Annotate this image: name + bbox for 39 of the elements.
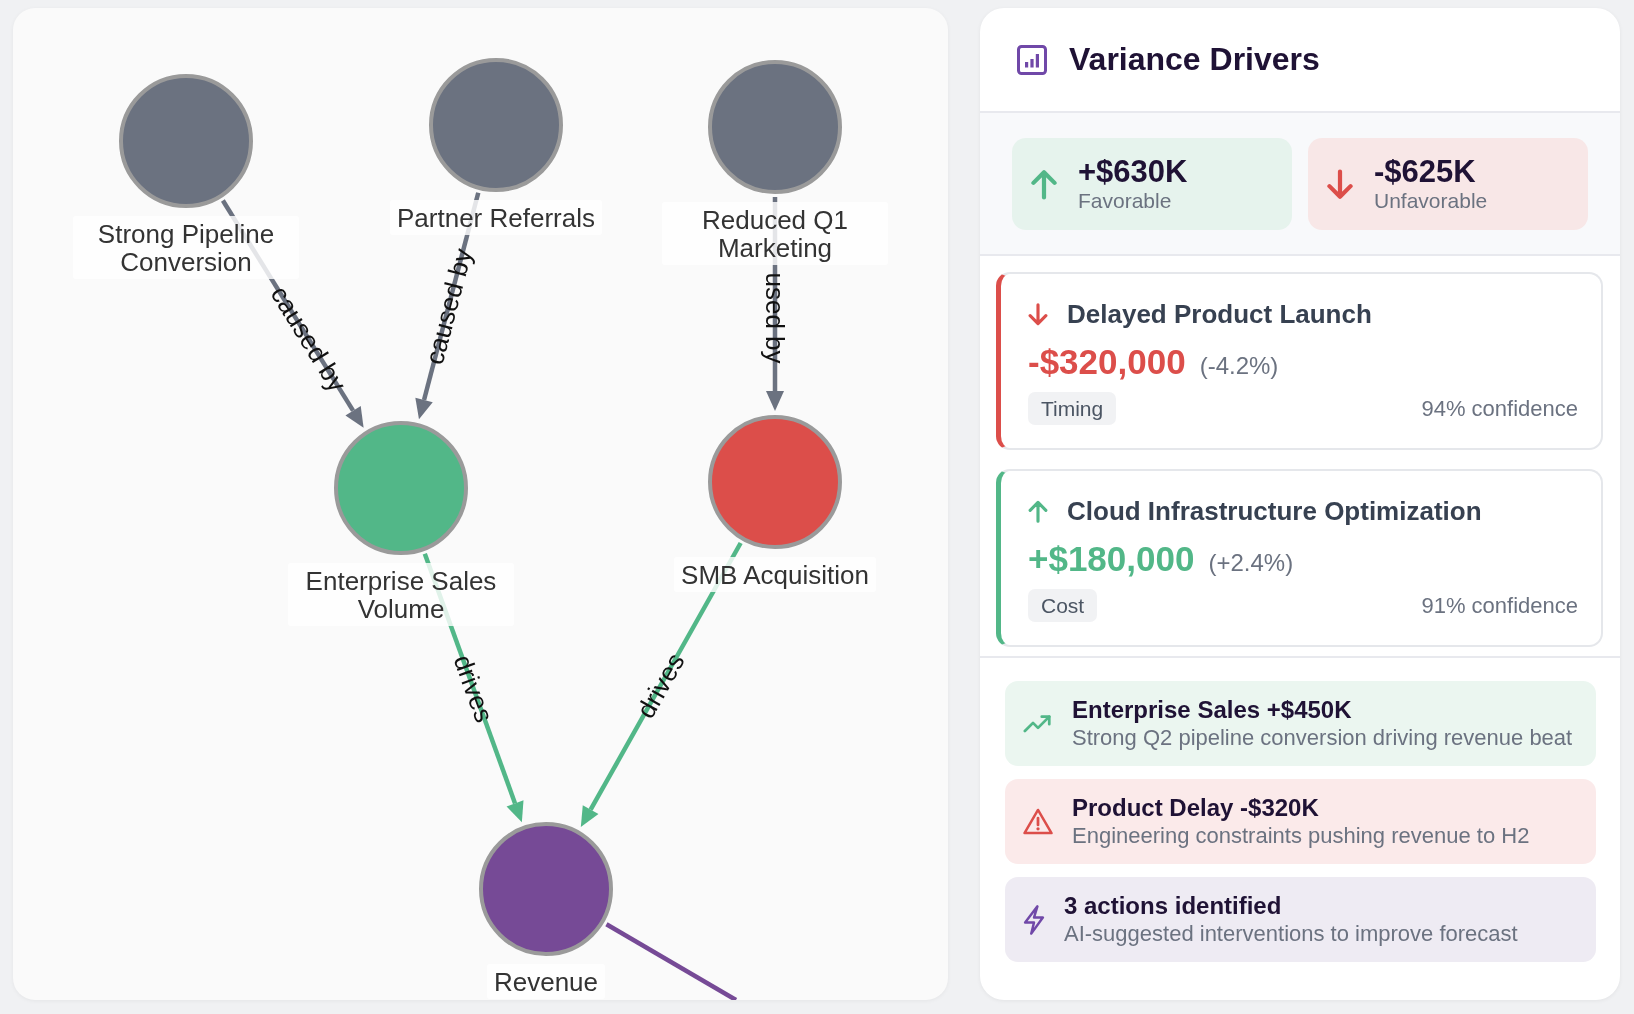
node-label: Strong Pipeline Conversion [73,216,299,279]
lightning-icon [1023,904,1045,935]
insight-title: Product Delay -$320K [1072,794,1320,822]
chart-icon [1017,44,1047,75]
node-label: SMB Acquisition [674,557,876,592]
trend-up-icon [1023,714,1053,733]
arrow-down-icon [1327,168,1353,200]
edge-label: caused by [419,245,478,368]
category-tag: Timing [1028,392,1117,425]
panel-title: Variance Drivers [1069,41,1320,78]
arrow-down-icon [1028,302,1048,326]
arrow-up-icon [1031,168,1057,200]
edge-label: drives [447,650,500,727]
node-label: Reduced Q1 Marketing [662,202,888,265]
driver-title: Cloud Infrastructure Optimization [1067,497,1482,525]
driver-title: Delayed Product Launch [1067,300,1372,328]
driver-percent: (-4.2%) [1199,352,1279,380]
edge-label: drives [630,647,691,724]
driver-amount: -$320,000 [1028,343,1186,381]
summary-label: Unfavorable [1374,189,1488,213]
summary-value: -$625K [1374,155,1477,189]
node-label: Revenue [486,964,606,999]
driver-amount: +$180,000 [1028,540,1195,578]
confidence-text: 94% confidence [1421,395,1578,422]
insight-text: Engineering constraints pushing revenue to H2 [1072,822,1530,849]
insight-text: AI-suggested interventions to improve forecast [1064,920,1518,947]
confidence-text: 91% confidence [1421,592,1578,619]
driver-percent: (+2.4%) [1208,549,1294,577]
category-tag: Cost [1028,589,1098,622]
edge-label: used by [760,272,790,364]
insight-title: Enterprise Sales +$450K [1072,696,1353,724]
insight-text: Strong Q2 pipeline conversion driving revenue beat [1072,724,1573,751]
summary-value: +$630K [1078,155,1188,189]
node-label: Partner Referrals [390,200,602,235]
node-label: Enterprise Sales Volume [288,563,514,626]
arrow-up-icon [1028,499,1048,523]
summary-label: Favorable [1078,189,1173,213]
insight-title: 3 actions identified [1064,892,1283,920]
warning-icon [1023,808,1053,835]
